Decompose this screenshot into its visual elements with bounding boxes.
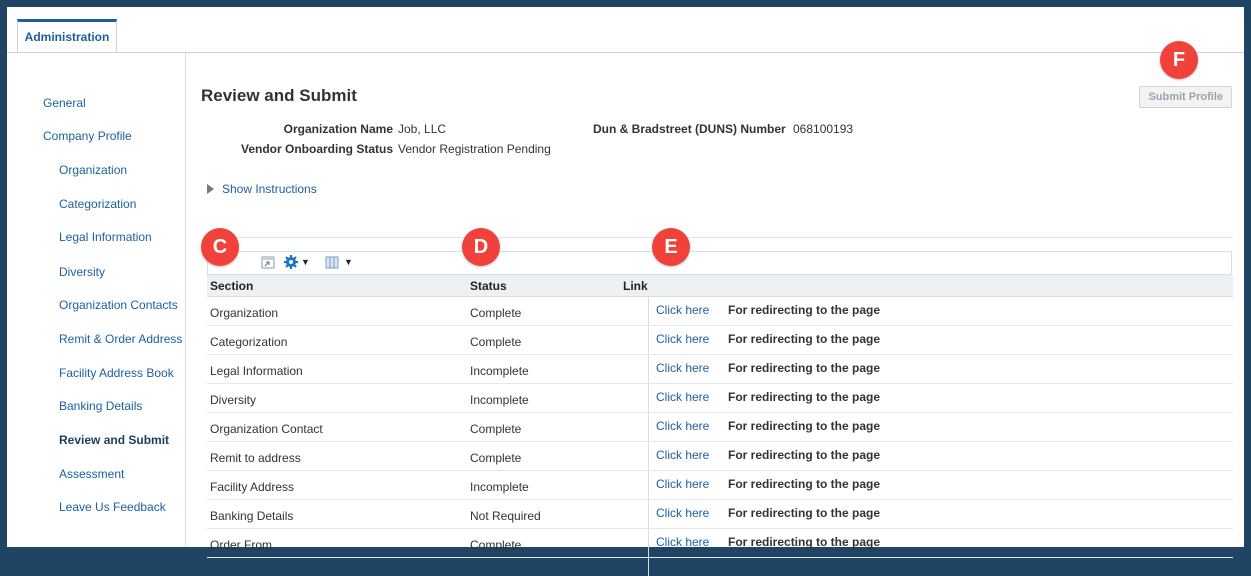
row-note: For redirecting to the page bbox=[728, 390, 881, 404]
table-row: Order From Complete Click here For redir… bbox=[207, 529, 1233, 558]
row-status: Complete bbox=[470, 451, 522, 465]
row-section: Banking Details bbox=[210, 509, 294, 523]
columns-icon[interactable] bbox=[325, 256, 339, 272]
show-instructions-label: Show Instructions bbox=[222, 182, 317, 196]
row-link[interactable]: Click here bbox=[656, 506, 709, 520]
sidebar-item-company-profile[interactable]: Company Profile bbox=[43, 129, 132, 143]
onboarding-status-label: Vendor Onboarding Status bbox=[240, 142, 393, 156]
row-section: Organization bbox=[210, 306, 279, 320]
row-note: For redirecting to the page bbox=[728, 332, 881, 346]
sidebar-item-organization-contacts[interactable]: Organization Contacts bbox=[59, 298, 178, 312]
sidebar-item-assessment[interactable]: Assessment bbox=[59, 467, 124, 481]
row-section: Diversity bbox=[210, 393, 257, 407]
sidebar-item-banking-details[interactable]: Banking Details bbox=[59, 399, 142, 413]
row-section: Legal Information bbox=[210, 364, 303, 378]
row-status: Complete bbox=[470, 306, 522, 320]
org-name-value: Job, LLC bbox=[398, 122, 447, 136]
table-row: Diversity Incomplete Click here For redi… bbox=[207, 384, 1233, 413]
gear-dropdown-icon[interactable]: ▼ bbox=[301, 257, 310, 267]
row-section: Facility Address bbox=[210, 480, 295, 494]
table-row: Facility Address Incomplete Click here F… bbox=[207, 471, 1233, 500]
row-link[interactable]: Click here bbox=[656, 419, 709, 433]
table-header: Section Status Link bbox=[207, 275, 1233, 297]
column-header-link[interactable]: Link bbox=[623, 279, 648, 293]
page-title: Review and Submit bbox=[201, 86, 357, 105]
table-row: Categorization Complete Click here For r… bbox=[207, 326, 1233, 355]
sidebar: General Company Profile Organization Cat… bbox=[7, 53, 186, 547]
row-status: Incomplete bbox=[470, 364, 529, 378]
row-section: Categorization bbox=[210, 335, 288, 349]
row-link[interactable]: Click here bbox=[656, 448, 709, 462]
sidebar-item-legal-information[interactable]: Legal Information bbox=[59, 230, 152, 244]
sidebar-item-leave-us-feedback[interactable]: Leave Us Feedback bbox=[59, 500, 166, 514]
row-section: Order From bbox=[210, 538, 273, 552]
row-note: For redirecting to the page bbox=[728, 506, 881, 520]
row-link[interactable]: Click here bbox=[656, 361, 709, 375]
table-row: Remit to address Complete Click here For… bbox=[207, 442, 1233, 471]
expand-triangle-icon bbox=[207, 184, 214, 194]
callout-badge-e: E bbox=[652, 228, 690, 266]
row-link[interactable]: Click here bbox=[656, 390, 709, 404]
row-link[interactable]: Click here bbox=[656, 303, 709, 317]
section-divider bbox=[207, 237, 1233, 238]
row-note: For redirecting to the page bbox=[728, 419, 881, 433]
row-status: Incomplete bbox=[470, 393, 529, 407]
row-note: For redirecting to the page bbox=[728, 477, 881, 491]
table-row: Organization Contact Complete Click here… bbox=[207, 413, 1233, 442]
sidebar-item-general[interactable]: General bbox=[43, 96, 86, 110]
column-header-section[interactable]: Section bbox=[210, 279, 253, 293]
submit-profile-button[interactable]: Submit Profile bbox=[1139, 86, 1232, 108]
sidebar-item-facility-address-book[interactable]: Facility Address Book bbox=[59, 366, 174, 380]
detach-icon[interactable] bbox=[261, 256, 275, 272]
row-status: Complete bbox=[470, 335, 522, 349]
table-toolbar: ▼ ▼ bbox=[207, 251, 1232, 275]
show-instructions-toggle[interactable]: Show Instructions bbox=[207, 182, 317, 196]
table-row: Legal Information Incomplete Click here … bbox=[207, 355, 1233, 384]
gear-icon[interactable] bbox=[283, 254, 299, 273]
sections-table: Section Status Link Organization Complet… bbox=[207, 275, 1233, 576]
duns-label: Dun & Bradstreet (DUNS) Number bbox=[593, 122, 786, 136]
app-frame: Administration General Company Profile O… bbox=[7, 7, 1244, 576]
row-note: For redirecting to the page bbox=[728, 361, 881, 375]
org-name-label: Organization Name bbox=[283, 122, 393, 136]
row-status: Complete bbox=[470, 538, 522, 552]
onboarding-status-value: Vendor Registration Pending bbox=[398, 142, 551, 156]
callout-badge-f: F bbox=[1160, 41, 1198, 79]
sidebar-item-review-and-submit[interactable]: Review and Submit bbox=[59, 433, 169, 447]
tab-bar: Administration bbox=[7, 7, 1244, 53]
row-link[interactable]: Click here bbox=[656, 535, 709, 549]
callout-badge-c: C bbox=[201, 228, 239, 266]
row-link[interactable]: Click here bbox=[656, 332, 709, 346]
sidebar-item-categorization[interactable]: Categorization bbox=[59, 197, 136, 211]
sidebar-item-diversity[interactable]: Diversity bbox=[59, 265, 105, 279]
row-status: Incomplete bbox=[470, 480, 529, 494]
row-status: Complete bbox=[470, 422, 522, 436]
duns-value: 068100193 bbox=[793, 122, 854, 136]
tab-administration[interactable]: Administration bbox=[17, 19, 117, 52]
row-note: For redirecting to the page bbox=[728, 448, 881, 462]
row-link[interactable]: Click here bbox=[656, 477, 709, 491]
sidebar-item-organization[interactable]: Organization bbox=[59, 163, 127, 177]
row-note: For redirecting to the page bbox=[728, 303, 881, 317]
table-row: Organization Complete Click here For red… bbox=[207, 297, 1233, 326]
row-section: Remit to address bbox=[210, 451, 301, 465]
callout-badge-d: D bbox=[462, 228, 500, 266]
row-status: Not Required bbox=[470, 509, 541, 523]
columns-dropdown-icon[interactable]: ▼ bbox=[344, 257, 353, 267]
table-row: Banking Details Not Required Click here … bbox=[207, 500, 1233, 529]
main-content: Review and Submit Submit Profile Organiz… bbox=[193, 53, 1238, 576]
sidebar-item-remit-order-address[interactable]: Remit & Order Address bbox=[59, 332, 182, 346]
column-header-status[interactable]: Status bbox=[470, 279, 507, 293]
row-section: Organization Contact bbox=[210, 422, 323, 436]
row-note: For redirecting to the page bbox=[728, 535, 881, 549]
